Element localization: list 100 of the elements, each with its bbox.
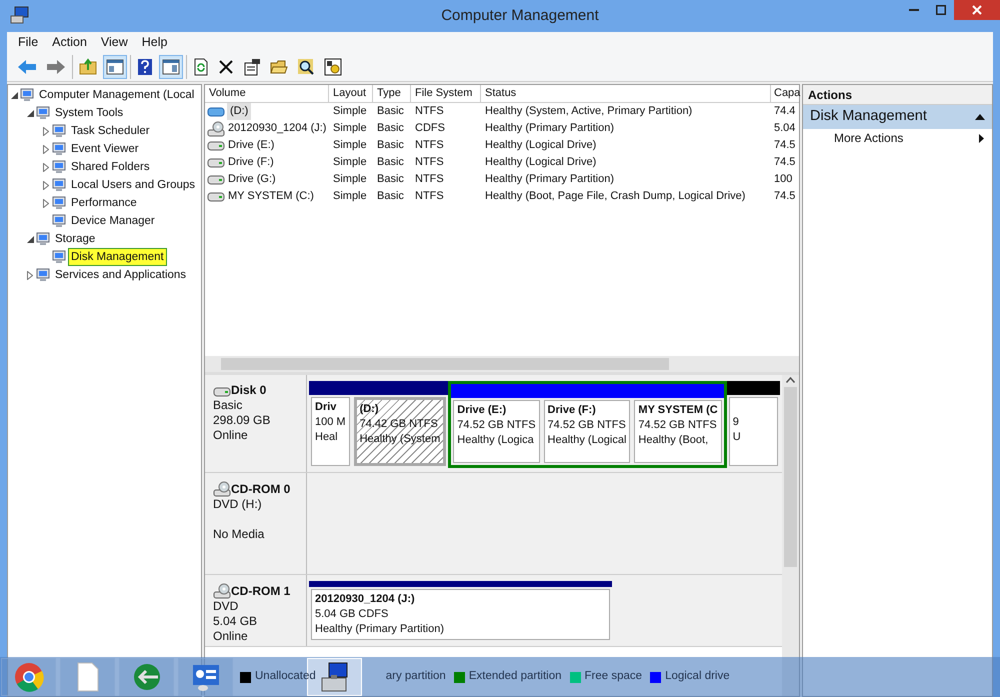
- window-title: Computer Management: [440, 6, 599, 26]
- search-icon: [297, 58, 315, 76]
- column-header[interactable]: Type: [373, 85, 411, 102]
- menu-item[interactable]: Help: [136, 32, 174, 52]
- close-button[interactable]: [954, 0, 1000, 20]
- partition-detail: 100 M: [315, 415, 346, 430]
- action-pane-icon: [162, 58, 180, 74]
- table-cell[interactable]: (D:): [227, 103, 252, 120]
- tool-icon: [36, 106, 50, 120]
- partition-block[interactable]: Driv 100 M Heal: [311, 397, 350, 466]
- table-cell: Simple: [333, 173, 367, 186]
- tree-item[interactable]: Computer Management (Local: [37, 87, 196, 103]
- table-cell: Simple: [333, 190, 367, 202]
- partition-block[interactable]: (D:) 74.42 GB NTFS Healthy (System: [354, 397, 446, 466]
- column-header[interactable]: Status: [481, 85, 771, 102]
- partition-title: MY SYSTEM (C: [638, 403, 718, 418]
- disk-detail: DVD (H:): [213, 497, 262, 512]
- tree-item[interactable]: Event Viewer: [69, 141, 141, 157]
- toolbar-button[interactable]: [159, 54, 183, 78]
- browser-icon: [14, 662, 44, 692]
- tree-item[interactable]: Local Users and Groups: [69, 177, 198, 193]
- table-cell[interactable]: Drive (F:): [227, 154, 275, 171]
- table-cell: NTFS: [415, 139, 444, 152]
- folder-up-icon: [79, 58, 97, 76]
- help-icon: [137, 58, 153, 76]
- open-folder-icon: [270, 58, 288, 74]
- partition-block[interactable]: Drive (E:) 74.52 GB NTFS Healthy (Logica: [453, 400, 540, 463]
- table-cell: 74.5: [774, 139, 796, 152]
- partition-block[interactable]: 9 U: [728, 397, 778, 466]
- table-cell: Basic: [377, 122, 404, 134]
- partition-block[interactable]: Drive (F:) 74.52 GB NTFS Healthy (Logical: [544, 400, 630, 463]
- tree-item[interactable]: Services and Applications: [53, 267, 188, 283]
- legend-label: ary partition: [386, 669, 446, 684]
- tool-icon: [52, 214, 66, 228]
- table-cell[interactable]: MY SYSTEM (C:): [227, 188, 315, 205]
- partition-detail: Healthy (Boot,: [638, 433, 708, 448]
- column-header[interactable]: Layout: [329, 85, 373, 102]
- table-cell: Simple: [333, 139, 367, 152]
- partition-detail: Healthy (System: [360, 432, 440, 447]
- tree-item[interactable]: Device Manager: [69, 213, 157, 229]
- table-cell[interactable]: 20120930_1204 (J:): [227, 120, 328, 137]
- menu-item[interactable]: File: [12, 32, 44, 52]
- toolbar-button[interactable]: [103, 54, 127, 78]
- tool-icon: [52, 124, 66, 138]
- table-cell: 74.5: [774, 190, 796, 202]
- menu-item[interactable]: Action: [46, 32, 93, 52]
- column-header[interactable]: Volume: [205, 85, 329, 102]
- disk-detail: 5.04 GB: [213, 614, 258, 629]
- table-cell: NTFS: [415, 105, 444, 118]
- table-cell: Healthy (System, Active, Primary Partition): [485, 105, 692, 118]
- table-cell[interactable]: Drive (G:): [227, 171, 277, 188]
- partition-detail: Healthy (Logica: [457, 433, 534, 448]
- table-cell[interactable]: Drive (E:): [227, 137, 276, 154]
- partition-detail: 5.04 GB CDFS: [315, 607, 388, 622]
- tree-item[interactable]: System Tools: [53, 105, 126, 121]
- properties-icon: [243, 58, 261, 76]
- tool-icon: [20, 88, 34, 102]
- tree-item[interactable]: Shared Folders: [69, 159, 152, 175]
- back-arrow-icon: [17, 58, 37, 76]
- horizontal-scrollbar[interactable]: [205, 356, 799, 372]
- table-cell: Healthy (Boot, Page File, Crash Dump, Logical Drive): [485, 190, 746, 202]
- table-cell: NTFS: [415, 173, 444, 186]
- partition-title: Driv: [315, 400, 336, 415]
- partition-detail: 74.52 GB NTFS: [638, 418, 717, 433]
- action-item[interactable]: More Actions: [803, 129, 992, 147]
- actions-section[interactable]: Disk Management: [803, 105, 992, 129]
- menu-item[interactable]: View: [94, 32, 134, 52]
- partition-detail: Heal: [315, 430, 338, 445]
- tool-icon: [36, 232, 50, 246]
- cd-drive-icon: [213, 481, 231, 497]
- settings-icon: [324, 58, 342, 76]
- tool-icon: [52, 196, 66, 210]
- document-icon: [76, 662, 100, 692]
- computer-toolbox-icon: [318, 661, 350, 693]
- tree-item[interactable]: Performance: [69, 195, 139, 211]
- table-cell: CDFS: [415, 122, 445, 134]
- table-cell: Healthy (Logical Drive): [485, 156, 596, 168]
- vertical-scrollbar[interactable]: [782, 375, 799, 696]
- table-cell: Healthy (Primary Partition): [485, 122, 614, 134]
- drive-icon: [207, 156, 225, 168]
- table-cell: Simple: [333, 122, 367, 134]
- table-cell: NTFS: [415, 190, 444, 202]
- disk-name: Disk 0: [231, 383, 266, 398]
- disk-detail: Basic: [213, 398, 242, 413]
- partition-detail: 74.52 GB NTFS: [548, 418, 626, 433]
- minimize-icon: [908, 9, 918, 11]
- column-header[interactable]: File System: [411, 85, 481, 102]
- delete-icon: [218, 58, 234, 74]
- close-icon: [972, 5, 982, 15]
- table-cell: Simple: [333, 156, 367, 168]
- tree-item[interactable]: Task Scheduler: [69, 123, 152, 139]
- table-cell: Basic: [377, 139, 404, 152]
- table-cell: 5.04: [774, 122, 796, 134]
- drive-icon: [207, 140, 225, 152]
- tree-item[interactable]: Storage: [53, 231, 98, 247]
- tree-item[interactable]: Disk Management: [69, 249, 166, 265]
- partition-title: Drive (F:): [548, 403, 596, 418]
- partition-block[interactable]: MY SYSTEM (C 74.52 GB NTFS Healthy (Boot,: [634, 400, 722, 463]
- tool-icon: [52, 250, 66, 264]
- partition-block[interactable]: 20120930_1204 (J:) 5.04 GB CDFS Healthy (Primary Partition): [311, 589, 610, 640]
